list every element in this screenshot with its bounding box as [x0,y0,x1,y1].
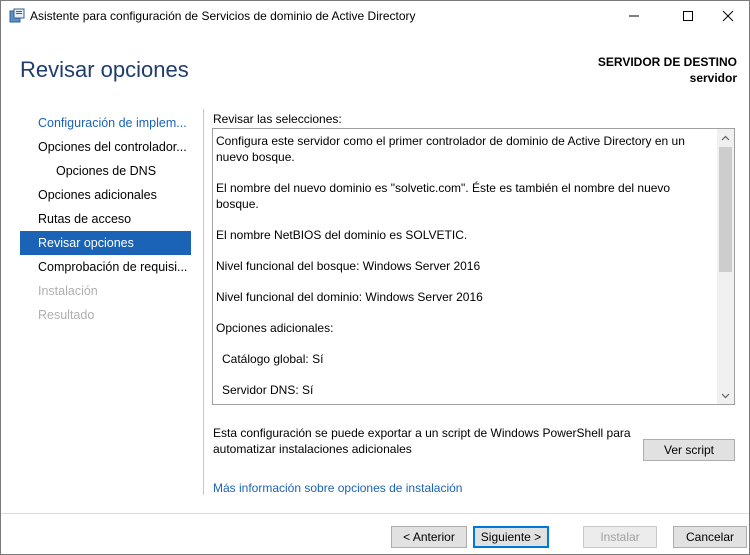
review-line: El nombre del nuevo dominio es "solvetic… [216,181,671,211]
close-button[interactable] [705,1,750,30]
server-manager-icon [9,8,25,24]
review-line: El nombre NetBIOS del dominio es SOLVETI… [216,228,468,242]
review-line: Nivel funcional del bosque: Windows Serv… [216,259,481,273]
next-button[interactable]: Siguiente > [473,526,549,548]
review-scrollbar[interactable] [717,129,734,404]
nav-item-dc-options[interactable]: Opciones del controlador... [20,135,191,159]
target-server-label: SERVIDOR DE DESTINO [597,55,737,69]
install-button: Instalar [583,526,657,548]
nav-item-dns-options[interactable]: Opciones de DNS [20,159,191,183]
wizard-nav: Configuración de implem... Opciones del … [20,111,191,327]
window-title: Asistente para configuración de Servicio… [30,9,416,23]
footer-divider [1,513,749,514]
export-description: Esta configuración se puede exportar a u… [213,426,631,456]
wizard-window: Asistente para configuración de Servicio… [0,0,750,555]
review-line: Configura este servidor como el primer c… [216,134,685,164]
nav-item-prerequisites-check[interactable]: Comprobación de requisi... [20,255,191,279]
review-line: Catálogo global: Sí [222,352,324,366]
more-info-link[interactable]: Más información sobre opciones de instal… [213,481,462,495]
review-content: Configura este servidor como el primer c… [216,133,716,404]
scroll-thumb[interactable] [719,147,732,272]
nav-item-paths[interactable]: Rutas de acceso [20,207,191,231]
chevron-up-icon [721,135,730,140]
nav-item-deployment-config[interactable]: Configuración de implem... [20,111,191,135]
minimize-button[interactable] [611,1,657,30]
scroll-down-button[interactable] [717,387,734,404]
close-icon [722,10,734,21]
review-line: Nivel funcional del dominio: Windows Ser… [216,290,483,304]
maximize-icon [683,10,693,21]
review-section-label: Revisar las selecciones: [213,112,342,126]
minimize-icon [629,15,639,16]
review-textbox[interactable]: Configura este servidor como el primer c… [212,128,735,405]
previous-button[interactable]: < Anterior [391,526,467,548]
scroll-up-button[interactable] [717,129,734,146]
review-line: Servidor DNS: Sí [222,383,314,397]
nav-item-results: Resultado [38,308,95,322]
nav-item-additional-options[interactable]: Opciones adicionales [20,183,191,207]
cancel-button[interactable]: Cancelar [673,526,747,548]
page-title: Revisar opciones [20,57,189,82]
target-server-name: servidor [689,71,737,85]
view-script-button[interactable]: Ver script [643,439,735,461]
review-line: Opciones adicionales: [216,321,334,335]
nav-item-installation: Instalación [38,284,98,298]
nav-divider [203,109,204,495]
title-bar: Asistente para configuración de Servicio… [1,1,749,31]
chevron-down-icon [721,393,730,398]
nav-item-review-options[interactable]: Revisar opciones [20,231,191,255]
